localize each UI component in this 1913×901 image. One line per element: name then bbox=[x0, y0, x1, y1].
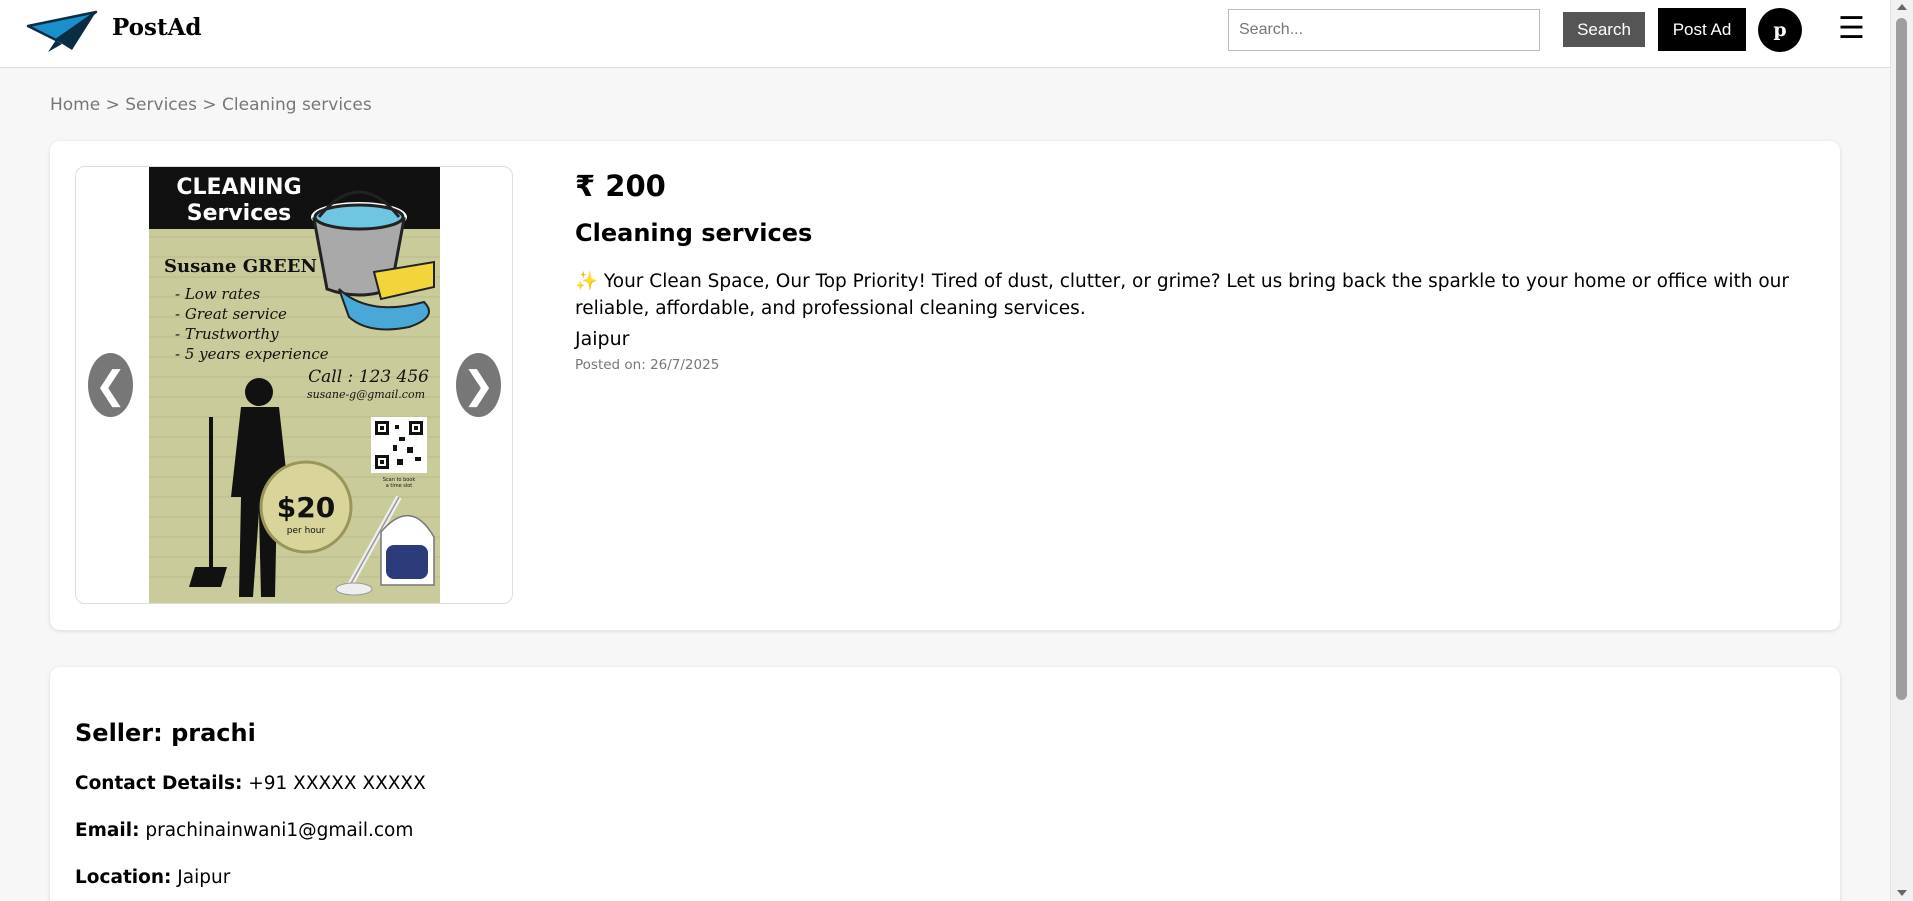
seller-email: Email: prachinainwani1@gmail.com bbox=[75, 820, 413, 841]
hamburger-icon[interactable]: ☰ bbox=[1838, 14, 1866, 44]
flyer-bullet: - 5 years experience bbox=[175, 345, 329, 363]
search-input[interactable] bbox=[1228, 9, 1540, 51]
posted-date: Posted on: 26/7/2025 bbox=[575, 357, 720, 373]
flyer-per: per hour bbox=[287, 526, 326, 536]
next-image-button[interactable]: ❯ bbox=[456, 353, 501, 417]
page-scrollbar[interactable] bbox=[1890, 0, 1913, 901]
avatar[interactable]: p bbox=[1758, 8, 1802, 52]
qr-code-icon bbox=[371, 417, 427, 473]
seller-card: Seller: prachi Contact Details: +91 XXXX… bbox=[50, 667, 1840, 901]
flyer-price: $20 bbox=[277, 491, 335, 524]
contact-label: Contact Details: bbox=[75, 773, 243, 794]
listing-location: Jaipur bbox=[575, 328, 630, 350]
flyer-call: Call : 123 456 bbox=[308, 367, 429, 387]
flyer-email: susane-g@gmail.com bbox=[307, 388, 425, 401]
location-value: Jaipur bbox=[171, 867, 231, 888]
flyer-heading-1: CLEANING bbox=[176, 175, 301, 200]
flyer-bullet: - Great service bbox=[175, 305, 287, 323]
image-gallery: CLEANING Services Susane GREEN - Low rat… bbox=[75, 166, 513, 604]
search-button[interactable]: Search bbox=[1563, 12, 1645, 47]
seller-location: Location: Jaipur bbox=[75, 867, 230, 888]
scroll-up-icon[interactable] bbox=[1897, 4, 1907, 10]
breadcrumb-separator: > bbox=[202, 95, 217, 115]
listing-title: Cleaning services bbox=[575, 219, 813, 247]
breadcrumb: Home > Services > Cleaning services bbox=[50, 95, 372, 115]
email-value: prachinainwani1@gmail.com bbox=[139, 820, 414, 841]
listing-details: ₹ 200 Cleaning services ✨ Your Clean Spa… bbox=[575, 169, 1815, 373]
flyer-scan-2: a time slot bbox=[386, 483, 413, 489]
breadcrumb-current: Cleaning services bbox=[222, 95, 372, 115]
location-label: Location: bbox=[75, 867, 172, 888]
top-navbar: PostAd Search Post Ad p ☰ bbox=[0, 0, 1890, 68]
flyer-bullet: - Low rates bbox=[175, 285, 260, 303]
listing-card: CLEANING Services Susane GREEN - Low rat… bbox=[50, 141, 1840, 630]
listing-image[interactable]: CLEANING Services Susane GREEN - Low rat… bbox=[149, 167, 440, 604]
listing-description: ✨ Your Clean Space, Our Top Priority! Ti… bbox=[575, 271, 1790, 319]
brand-name[interactable]: PostAd bbox=[112, 14, 202, 41]
paper-plane-icon[interactable] bbox=[26, 10, 98, 54]
scroll-thumb[interactable] bbox=[1896, 18, 1907, 700]
email-label: Email: bbox=[75, 820, 140, 841]
flyer-name: Susane GREEN bbox=[164, 256, 317, 277]
breadcrumb-home[interactable]: Home bbox=[50, 95, 100, 115]
breadcrumb-separator: > bbox=[105, 95, 120, 115]
contact-value: +91 XXXXX XXXXX bbox=[242, 773, 426, 794]
post-ad-button[interactable]: Post Ad bbox=[1658, 8, 1746, 51]
listing-price: ₹ 200 bbox=[575, 169, 666, 203]
seller-name: Seller: prachi bbox=[75, 719, 256, 747]
flyer-bullet: - Trustworthy bbox=[175, 325, 279, 343]
breadcrumb-services[interactable]: Services bbox=[125, 95, 197, 115]
scroll-down-icon[interactable] bbox=[1897, 890, 1907, 896]
flyer-heading-2: Services bbox=[187, 201, 292, 226]
seller-contact: Contact Details: +91 XXXXX XXXXX bbox=[75, 773, 426, 794]
previous-image-button[interactable]: ❮ bbox=[88, 353, 133, 417]
